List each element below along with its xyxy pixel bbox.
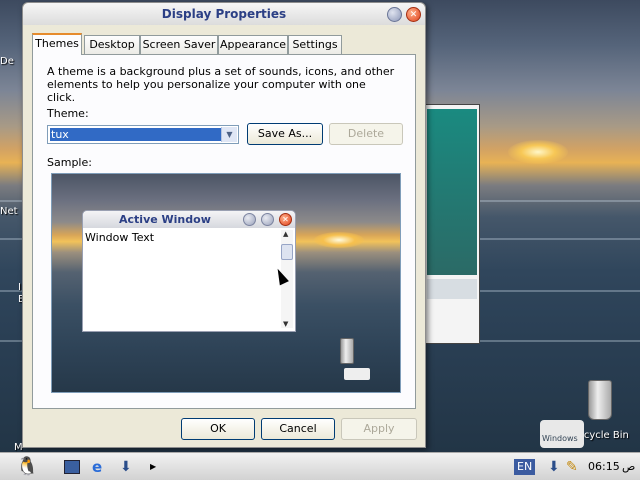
- internet-explorer-icon[interactable]: e: [92, 457, 102, 477]
- dialog-title-bar[interactable]: Display Properties ✕: [23, 3, 425, 25]
- sample-active-window: Active Window ✕ Window Text ▲ ▼: [82, 210, 296, 332]
- desktop-icon-label[interactable]: Net: [0, 206, 24, 217]
- sample-minimize-icon: [243, 213, 256, 226]
- desktop-icon-label[interactable]: De: [0, 56, 24, 67]
- sample-maximize-icon: [261, 213, 274, 226]
- desktop-icon[interactable]: [64, 460, 80, 474]
- close-button[interactable]: ✕: [406, 7, 421, 22]
- save-as-button[interactable]: Save As...: [247, 123, 323, 145]
- background-window[interactable]: [424, 104, 480, 344]
- background-window-bar: [427, 279, 477, 299]
- tab-settings[interactable]: Settings: [288, 35, 342, 54]
- tux-start-icon[interactable]: 🐧: [16, 457, 38, 477]
- tab-appearance[interactable]: Appearance: [218, 35, 288, 54]
- desktop-sun: [508, 140, 568, 164]
- theme-select[interactable]: tux ▼: [47, 125, 239, 144]
- chevron-down-icon[interactable]: ▼: [221, 127, 237, 142]
- delete-button[interactable]: Delete: [329, 123, 403, 145]
- display-properties-dialog: Display Properties ✕ Themes Desktop Scre…: [22, 2, 426, 448]
- sample-recycle-bin-icon: [340, 338, 354, 364]
- sample-window-title: Active Window: [119, 213, 211, 226]
- chevron-right-icon[interactable]: ▶: [150, 457, 156, 477]
- sample-windows-logo: [344, 368, 370, 380]
- tab-themes[interactable]: Themes: [32, 33, 82, 55]
- apply-button[interactable]: Apply: [341, 418, 417, 440]
- language-indicator[interactable]: EN: [514, 459, 536, 475]
- sample-label: Sample:: [47, 156, 92, 169]
- cancel-button[interactable]: Cancel: [261, 418, 335, 440]
- themes-panel: A theme is a background plus a set of so…: [32, 54, 416, 409]
- sample-window-title-bar: Active Window ✕: [83, 211, 295, 228]
- theme-description: A theme is a background plus a set of so…: [47, 65, 395, 104]
- recycle-bin-icon: [588, 380, 612, 420]
- theme-label: Theme:: [47, 107, 89, 120]
- dialog-title: Display Properties: [161, 7, 287, 21]
- taskbar: 🐧 e ⬇ ▶ EN ⬇ ✎ 06:15 ص: [0, 452, 640, 480]
- theme-select-value: tux: [50, 128, 222, 141]
- scroll-thumb: [281, 244, 293, 260]
- background-window-content: [427, 109, 477, 275]
- scroll-up-icon: ▲: [283, 230, 289, 238]
- tab-desktop[interactable]: Desktop: [84, 35, 140, 54]
- sample-window-text: Window Text: [85, 231, 155, 244]
- clock[interactable]: 06:15: [588, 457, 620, 477]
- download-icon[interactable]: ⬇: [548, 457, 560, 477]
- windows-logo-text: Windows: [542, 434, 578, 443]
- sample-close-icon: ✕: [279, 213, 292, 226]
- theme-sample-preview: Active Window ✕ Window Text ▲ ▼: [51, 173, 401, 393]
- tools-icon[interactable]: ✎: [566, 457, 578, 477]
- ok-button[interactable]: OK: [181, 418, 255, 440]
- sample-sun: [314, 232, 364, 248]
- clock-suffix: ص: [622, 460, 636, 473]
- download-icon[interactable]: ⬇: [120, 457, 132, 477]
- tab-screen-saver[interactable]: Screen Saver: [140, 35, 218, 54]
- scroll-down-icon: ▼: [283, 320, 289, 328]
- windows-logo: Windows: [540, 420, 584, 448]
- minimize-button[interactable]: [387, 7, 402, 22]
